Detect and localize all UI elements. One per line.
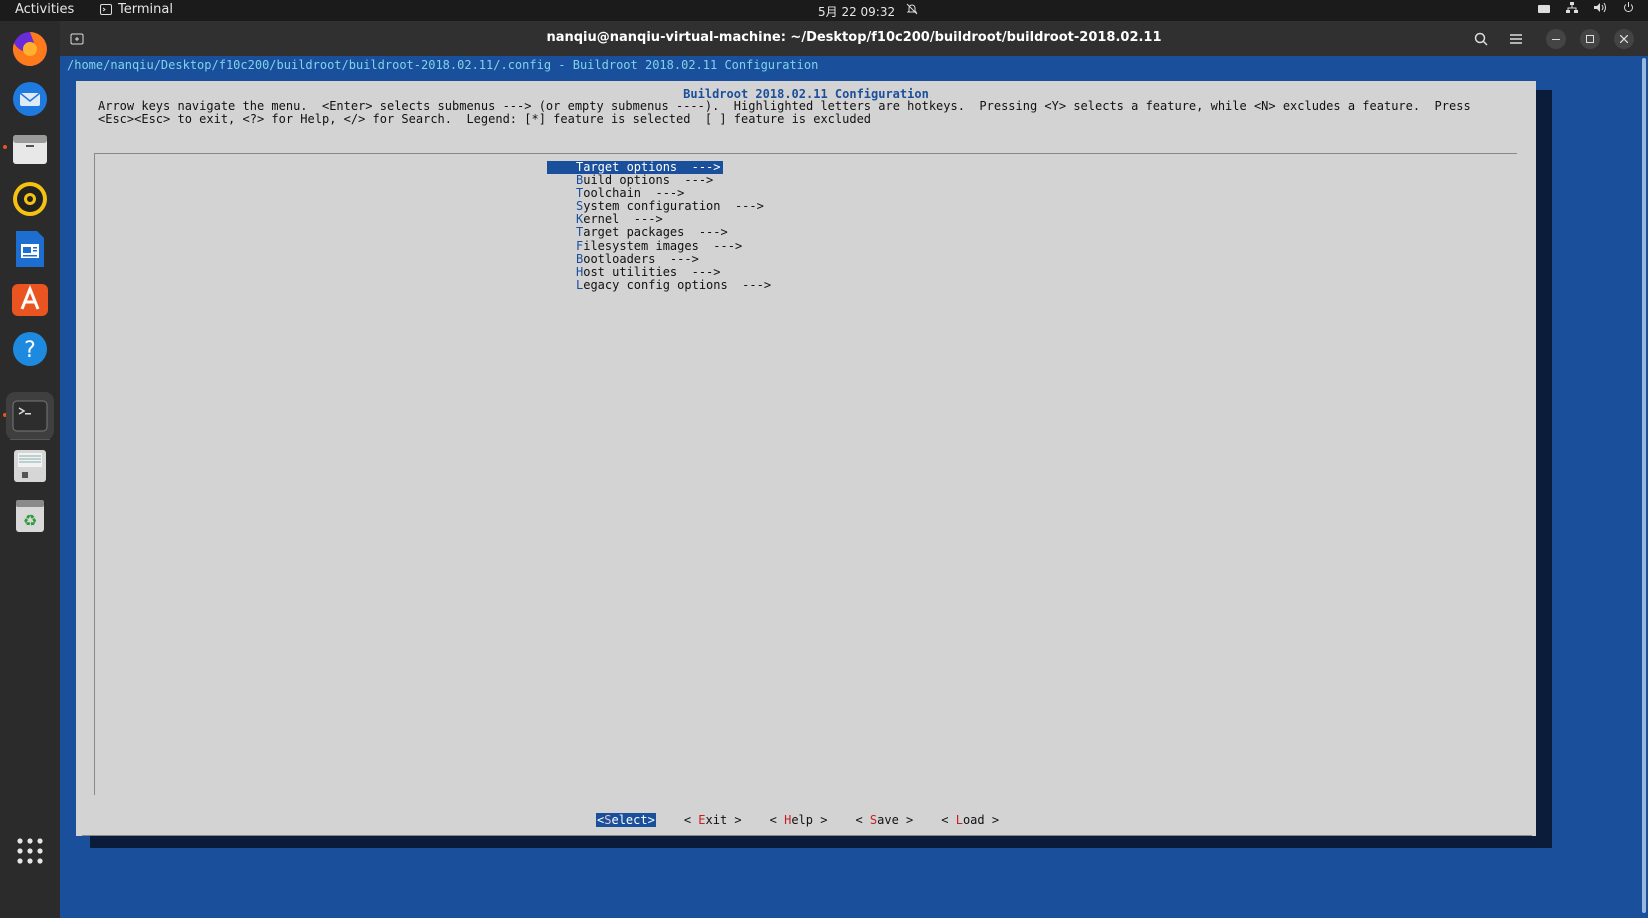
menu-item-label: ootloaders ---> — [583, 251, 699, 266]
button-rest: xit > — [705, 813, 742, 827]
window-title: nanqiu@nanqiu-virtual-machine: ~/Desktop… — [546, 30, 1162, 45]
dialog-buttons: <Select> < Exit > < Help > < Save > < Load > — [596, 813, 999, 827]
svg-text:?: ? — [24, 338, 36, 363]
menuconfig-dialog: Buildroot 2018.02.11 Configuration Arrow… — [76, 81, 1536, 836]
help-icon[interactable]: ? — [10, 329, 50, 369]
dialog-shadow-right — [1536, 90, 1552, 845]
terminal-small-icon — [100, 4, 112, 15]
help-line-1: Arrow keys navigate the menu. <Enter> se… — [98, 99, 1471, 113]
activities-button[interactable]: Activities — [15, 2, 74, 17]
menu-list: Target options ---> Build options ---> Too… — [547, 160, 771, 292]
menu-item-label: uild options ---> — [583, 173, 714, 188]
network-icon — [1566, 2, 1578, 17]
scrollbar[interactable] — [1640, 56, 1648, 918]
menu-item-label: ystem configuration ---> — [583, 199, 764, 214]
terminal-area[interactable]: /home/nanqiu/Desktop/f10c200/buildroot/b… — [60, 56, 1648, 918]
help-button[interactable]: < Help > — [770, 813, 828, 827]
dock: ? ♻ — [0, 21, 60, 918]
button-rest: oad > — [962, 813, 1000, 827]
svg-text:♻: ♻ — [23, 511, 37, 530]
show-apps-icon[interactable] — [10, 831, 50, 871]
firefox-icon[interactable] — [10, 29, 50, 69]
app-name: Terminal — [118, 2, 173, 17]
system-tray[interactable] — [1538, 2, 1634, 17]
terminal-window: nanqiu@nanqiu-virtual-machine: ~/Desktop… — [60, 21, 1648, 918]
app-center-icon[interactable] — [10, 279, 50, 319]
dialog-shadow-bottom — [90, 836, 1552, 848]
writer-icon[interactable] — [10, 229, 50, 269]
menu-item-label: arget options ---> — [583, 160, 721, 174]
scrollbar-thumb[interactable] — [1642, 58, 1646, 913]
minimize-button[interactable] — [1546, 29, 1566, 49]
help-text: Arrow keys navigate the menu. <Enter> se… — [98, 100, 1471, 126]
menu-item-label: egacy config options ---> — [583, 277, 772, 292]
save-button[interactable]: < Save > — [855, 813, 913, 827]
close-button[interactable] — [1614, 29, 1634, 49]
rhythmbox-icon[interactable] — [10, 179, 50, 219]
exit-button[interactable]: < Exit > — [684, 813, 742, 827]
files-icon[interactable] — [10, 129, 50, 169]
clock[interactable]: 5月 22 09:32 — [818, 3, 895, 20]
dialog-bottom-border — [82, 835, 1532, 836]
button-pre: < — [855, 813, 870, 827]
button-rest: elect> — [611, 813, 655, 827]
button-pre: < — [941, 813, 956, 827]
maximize-button[interactable] — [1580, 29, 1600, 49]
power-icon — [1623, 2, 1634, 17]
search-icon[interactable] — [1468, 26, 1494, 52]
running-indicator — [3, 145, 7, 149]
menu-box: Target options ---> Build options ---> Too… — [94, 153, 1517, 795]
menu-item-label: arget packages ---> — [583, 225, 728, 240]
disk-icon[interactable] — [10, 446, 50, 486]
thunderbird-icon[interactable] — [10, 79, 50, 119]
menu-item-label: ilesystem images ---> — [583, 238, 743, 253]
menu-item-label: oolchain ---> — [583, 186, 685, 201]
button-hotkey: E — [698, 813, 706, 827]
button-pre: < — [683, 813, 699, 827]
button-rest: ave > — [877, 813, 914, 827]
button-pre: < — [769, 813, 785, 827]
select-button[interactable]: <Select> — [596, 813, 656, 827]
config-path-line: /home/nanqiu/Desktop/f10c200/buildroot/b… — [67, 58, 819, 72]
trash-icon[interactable]: ♻ — [10, 496, 50, 536]
button-rest: elp > — [791, 813, 828, 827]
keyboard-icon — [1538, 2, 1550, 17]
menu-item[interactable]: Legacy config options ---> — [547, 278, 771, 292]
app-menu[interactable]: Terminal — [100, 2, 173, 17]
help-line-2: <Esc><Esc> to exit, <?> for Help, </> fo… — [98, 112, 872, 126]
dock-separator — [10, 439, 50, 440]
menu-icon[interactable] — [1503, 26, 1529, 52]
menu-item-label: ost utilities ---> — [583, 264, 721, 279]
volume-icon — [1594, 2, 1607, 17]
button-hotkey: L — [955, 813, 963, 827]
top-bar: Activities Terminal 5月 22 09:32 — [0, 0, 1648, 21]
notification-bell-icon — [906, 3, 918, 19]
load-button[interactable]: < Load > — [941, 813, 999, 827]
terminal-icon[interactable] — [6, 392, 54, 440]
header-bar: nanqiu@nanqiu-virtual-machine: ~/Desktop… — [60, 21, 1648, 56]
menu-item-label: ernel ---> — [583, 212, 663, 227]
